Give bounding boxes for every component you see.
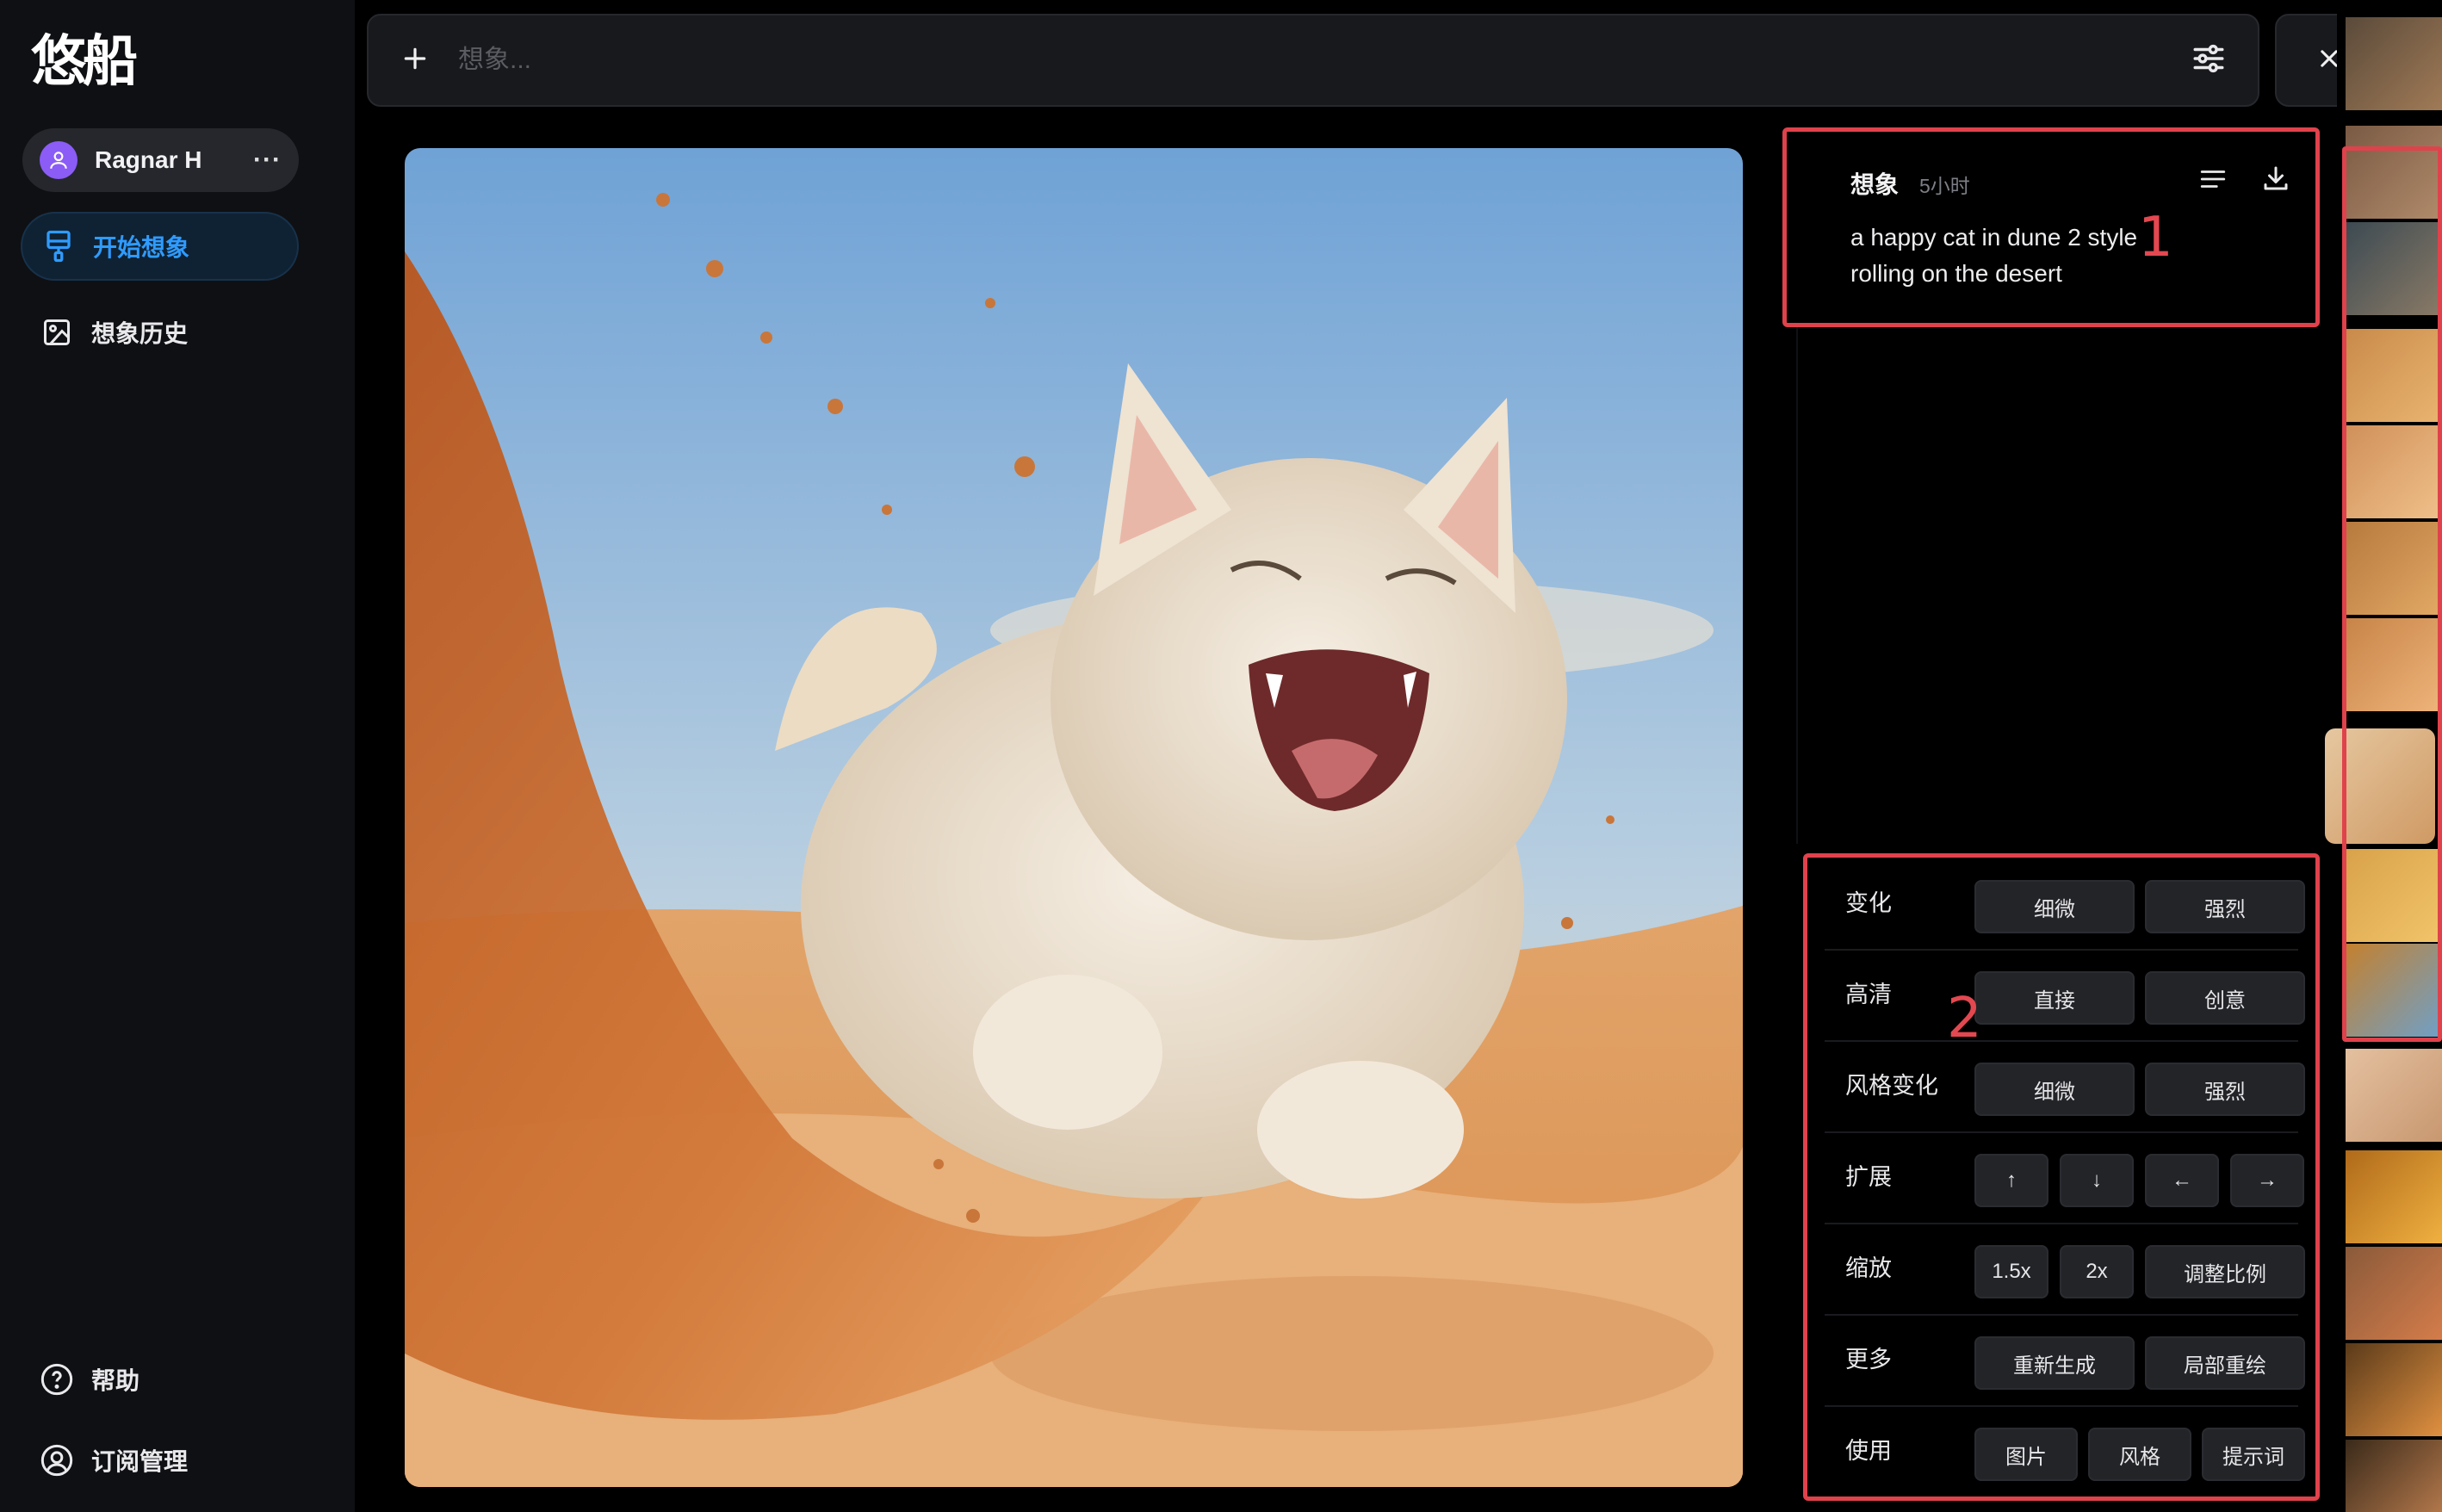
upscale-direct-button[interactable]: 直接 [1974,971,2135,1025]
sidebar: 悠船 Ragnar H ··· 开始想象 想象历史 帮助 订阅管理 [0,0,355,1512]
prompt-text: a happy cat in dune 2 style rolling on t… [1850,224,2138,287]
thumbnail-item[interactable] [2346,618,2442,711]
style-strong-button[interactable]: 强烈 [2145,1063,2305,1116]
thumbnail-item[interactable] [2346,1247,2442,1340]
nav-start-label: 开始想象 [93,234,190,261]
thumbnail-item[interactable] [2346,1440,2442,1512]
thumbnail-item[interactable] [2346,522,2442,615]
inpaint-button[interactable]: 局部重绘 [2145,1336,2305,1390]
info-panel: 想象 5小时 a happy cat in dune 2 style rolli… [1782,127,2320,327]
more-options-icon[interactable]: ··· [253,146,282,175]
nav-start-imagine[interactable]: 开始想象 [21,212,299,281]
thumbnail-item[interactable] [2346,17,2442,110]
thumbnail-item[interactable] [2346,1049,2442,1142]
history-thumbnail-strip [2325,0,2442,1512]
paintbrush-icon [41,229,76,263]
style-subtle-button[interactable]: 细微 [1974,1063,2135,1116]
pan-up-button[interactable]: ↑ [1974,1154,2048,1207]
thumbnail-item[interactable] [2346,222,2442,315]
image-icon [40,315,74,350]
info-title: 想象 [1850,171,1900,198]
action-row-variation: 变化 细微 强烈 [1807,858,2315,949]
thumbnail-item[interactable] [2346,425,2442,518]
adjust-ratio-button[interactable]: 调整比例 [2145,1245,2305,1298]
nav-subscription[interactable]: 订阅管理 [21,1426,299,1495]
action-label: 使用 [1845,1438,1892,1464]
download-icon[interactable] [2260,163,2291,198]
pan-right-button[interactable]: → [2230,1154,2304,1207]
zoom-1-5x-button[interactable]: 1.5x [1974,1245,2048,1298]
user-menu[interactable]: Ragnar H ··· [22,128,299,192]
info-timestamp: 5小时 [1919,175,1970,197]
thumbnail-item[interactable] [2346,1150,2442,1243]
action-row-use: 使用 图片 风格 提示词 [1807,1405,2315,1497]
use-style-button[interactable]: 风格 [2088,1428,2191,1481]
thumbnail-item[interactable] [2346,126,2442,219]
user-name: Ragnar H [95,146,202,173]
generated-image[interactable] [405,148,1743,1487]
add-icon[interactable] [401,41,436,79]
prompt-bar [367,14,2259,107]
thumbnail-item[interactable] [2346,849,2442,942]
action-row-style-variation: 风格变化 细微 强烈 [1807,1040,2315,1131]
variation-subtle-button[interactable]: 细微 [1974,880,2135,933]
nav-history[interactable]: 想象历史 [21,298,299,367]
nav-help[interactable]: 帮助 [21,1345,299,1414]
pan-left-button[interactable]: ← [2145,1154,2219,1207]
action-row-pan: 扩展 ↑ ↓ ← → [1807,1131,2315,1223]
upscale-creative-button[interactable]: 创意 [2145,971,2305,1025]
action-row-more: 更多 重新生成 局部重绘 [1807,1314,2315,1405]
use-image-button[interactable]: 图片 [1974,1428,2078,1481]
action-label: 更多 [1845,1347,1892,1373]
action-label: 缩放 [1845,1255,1892,1281]
thumbnail-item-selected[interactable] [2325,728,2435,844]
regenerate-button[interactable]: 重新生成 [1974,1336,2135,1390]
zoom-2x-button[interactable]: 2x [2060,1245,2134,1298]
action-label: 变化 [1845,890,1892,916]
pan-down-button[interactable]: ↓ [2060,1154,2134,1207]
annotation-marker-2: 2 [1947,987,1982,1050]
account-icon [40,1443,74,1478]
thumbnail-item[interactable] [2346,329,2442,422]
prompt-input[interactable] [458,46,2191,75]
logo-text: 悠船 [31,30,138,94]
action-row-zoom: 缩放 1.5x 2x 调整比例 [1807,1223,2315,1314]
help-icon [40,1362,74,1397]
menu-lines-icon[interactable] [2198,164,2228,198]
use-prompt-button[interactable]: 提示词 [2202,1428,2305,1481]
actions-panel: 2 变化 细微 强烈 高清 直接 创意 风格变化 细微 强烈 扩展 ↑ ↓ ← … [1803,853,2320,1501]
nav-help-label: 帮助 [91,1367,140,1394]
action-label: 扩展 [1845,1164,1892,1190]
app-logo[interactable]: 悠船 [31,29,148,95]
nav-history-label: 想象历史 [91,320,189,347]
settings-sliders-icon[interactable] [2191,40,2227,81]
action-row-upscale: 高清 直接 创意 [1807,949,2315,1040]
thumbnail-item[interactable] [2346,944,2442,1037]
action-label: 高清 [1845,982,1892,1007]
variation-strong-button[interactable]: 强烈 [2145,880,2305,933]
avatar [40,141,77,179]
panel-divider [1796,327,1798,844]
action-label: 风格变化 [1845,1073,1938,1099]
nav-subscription-label: 订阅管理 [91,1448,189,1475]
annotation-marker-1: 1 [2138,206,2173,270]
thumbnail-item[interactable] [2346,1343,2442,1436]
